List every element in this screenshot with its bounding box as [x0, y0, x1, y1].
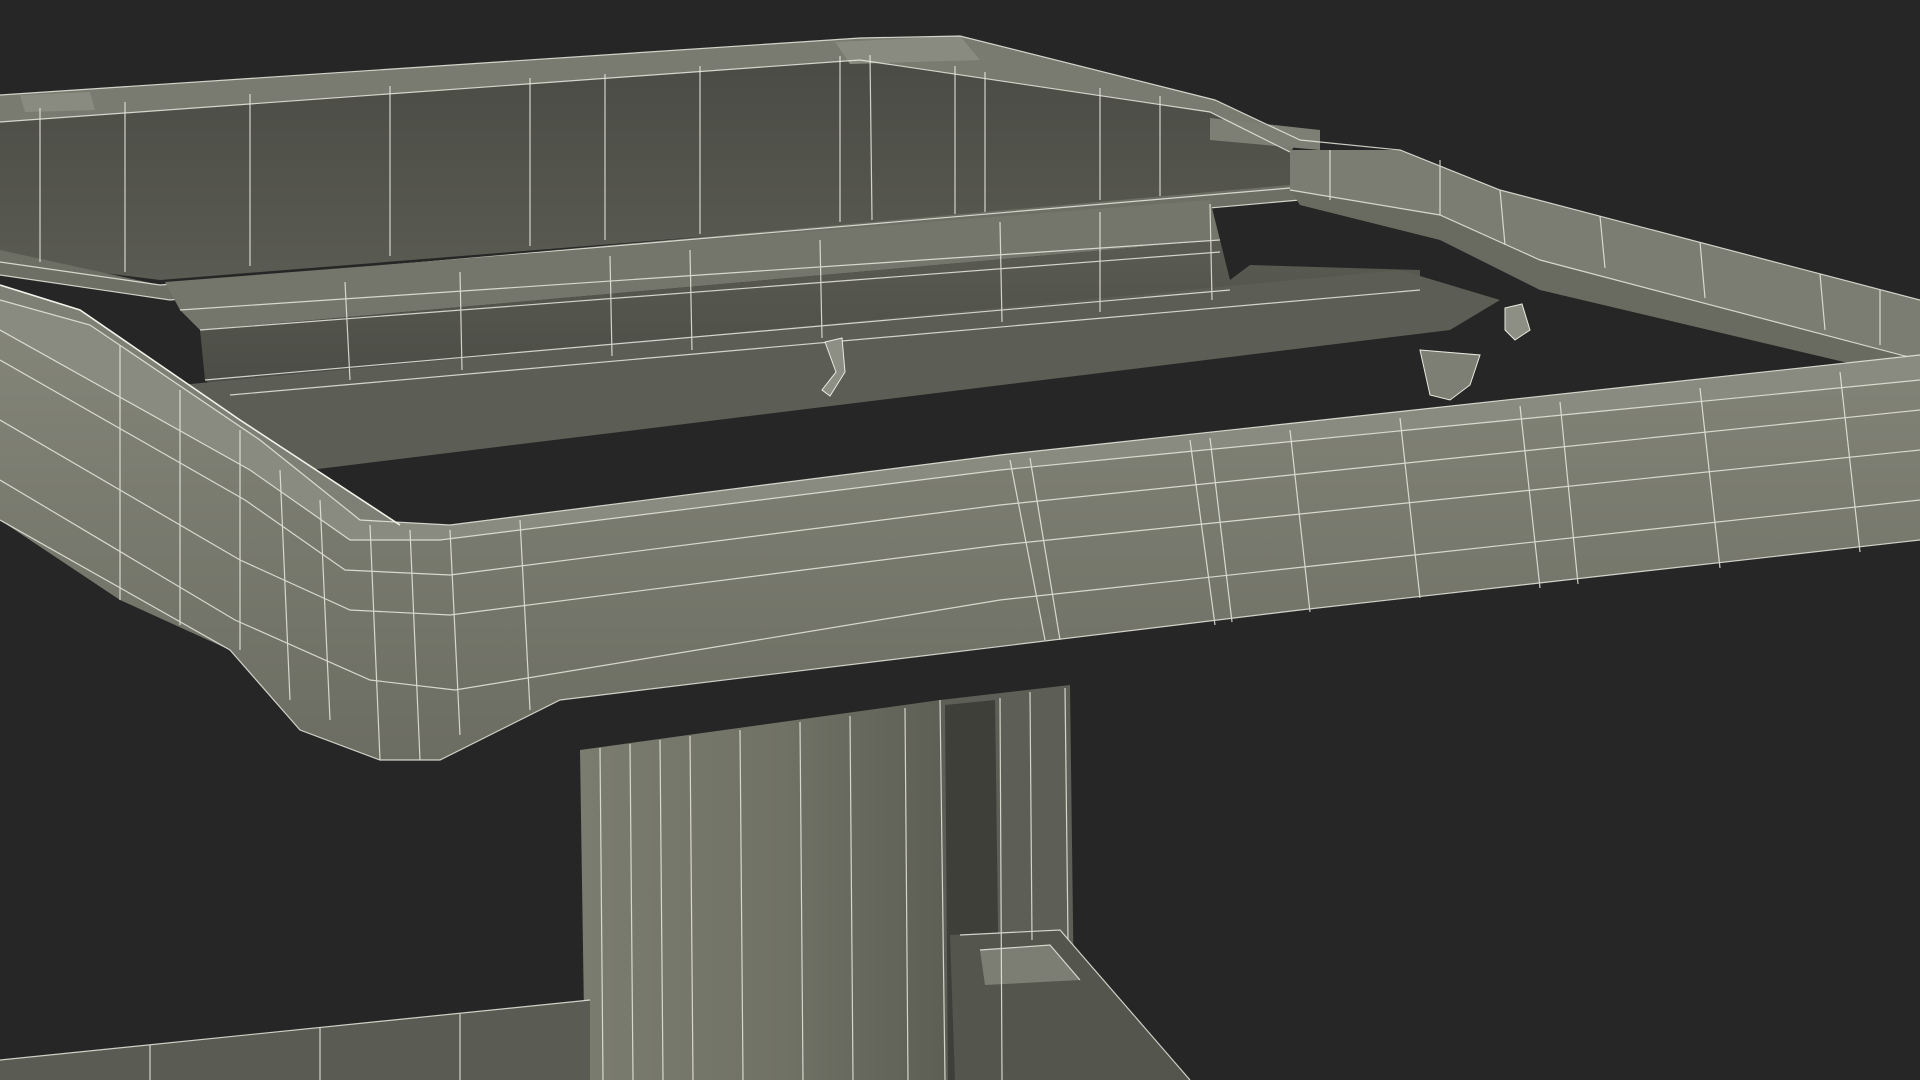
- wireframe-render: [0, 35, 1920, 1080]
- 3d-viewport[interactable]: [0, 0, 1920, 1080]
- leg-support: [0, 685, 1191, 1080]
- right-frame: [1289, 139, 1920, 380]
